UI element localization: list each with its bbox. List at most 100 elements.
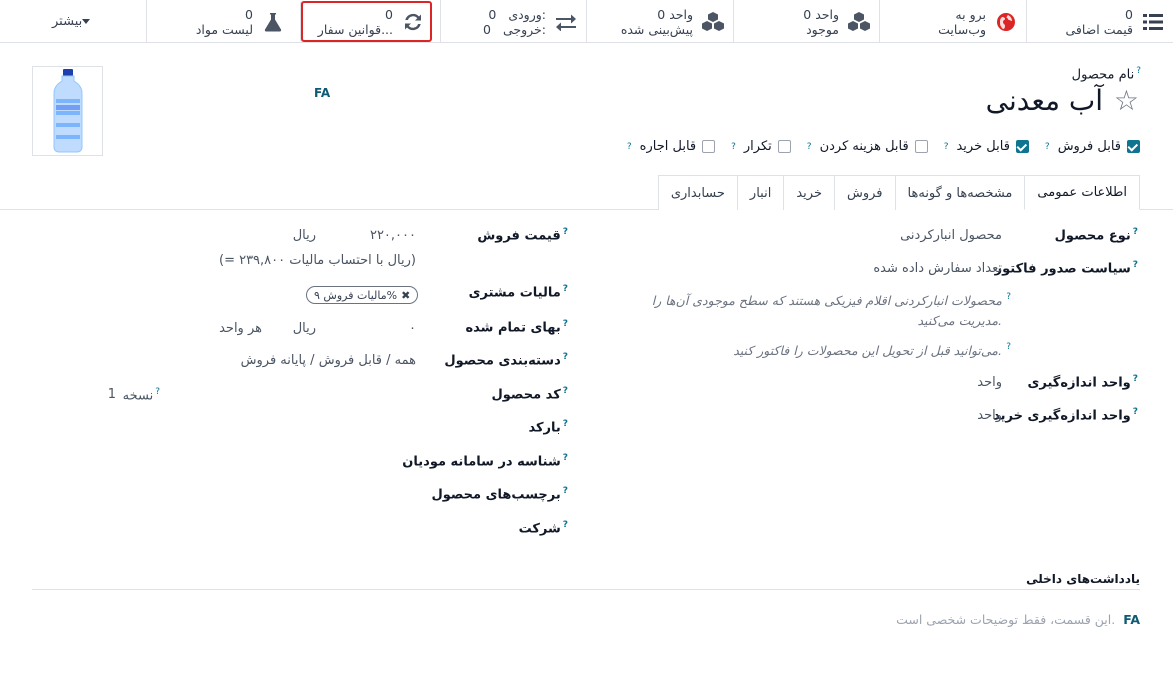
reorder-label: قوانین سفار... — [317, 21, 393, 37]
more-label: بیشتر — [52, 14, 83, 29]
in-label: ورودی: — [508, 6, 546, 22]
checkbox-checked[interactable] — [1127, 140, 1140, 153]
bom-smart-button[interactable]: 0 لیست مواد — [146, 0, 293, 43]
extra-price-smart-button[interactable]: 0 قیمت اضافی — [1026, 0, 1173, 43]
help-tooltip-icon[interactable]: ? — [563, 319, 568, 329]
help-tooltip-icon[interactable]: ? — [944, 142, 949, 152]
can-be-sold-checkbox[interactable]: قابل فروش? — [1043, 139, 1140, 154]
product-type-select[interactable]: محصول انبارکردنی — [900, 228, 1002, 243]
tab-inventory[interactable]: انبار — [736, 175, 785, 210]
help-tooltip-icon[interactable]: ? — [627, 142, 632, 152]
company-label: شرکت? — [518, 520, 568, 537]
language-indicator[interactable]: FA — [1123, 612, 1140, 627]
forecasted-qty: 0 واحد — [657, 6, 693, 22]
help-tooltip-icon[interactable]: ? — [563, 453, 568, 463]
remove-tag-icon[interactable]: ✖ — [401, 289, 410, 302]
tab-sales[interactable]: فروش — [833, 175, 896, 210]
tab-attributes-variants[interactable]: مشخصه‌ها و گونه‌ها — [894, 175, 1026, 210]
extra-price-count: 0 — [1125, 6, 1133, 22]
on-hand-smart-button[interactable]: 0 واحد موجود — [733, 0, 879, 43]
out-value: 0 — [483, 21, 491, 37]
help-tooltip-icon[interactable]: ? — [731, 142, 736, 152]
internal-notes-title: یادداشت‌های داخلی — [1026, 572, 1140, 586]
help-tooltip-icon[interactable]: ? — [155, 387, 160, 397]
flask-icon — [261, 10, 285, 34]
recurring-checkbox[interactable]: تکرار? — [729, 139, 791, 154]
help-tooltip-icon[interactable]: ? — [563, 486, 568, 496]
purchase-uom-select[interactable]: واحد — [977, 408, 1002, 423]
tab-purchase[interactable]: خرید — [783, 175, 835, 210]
help-tooltip-icon[interactable]: ? — [1133, 407, 1138, 417]
tax-tag: مالیات فروش ۹% ✖ — [306, 286, 419, 304]
customer-taxes-label: مالیات مشتری? — [468, 284, 568, 301]
in-value: 0 — [488, 6, 497, 22]
help-tooltip-icon[interactable]: ? — [563, 520, 568, 530]
reorder-count: 0 — [385, 6, 393, 22]
internal-notes-divider — [32, 589, 1140, 590]
help-tooltip-icon[interactable]: ? — [1006, 342, 1011, 352]
cost-currency: ریال — [292, 321, 316, 336]
internal-reference-label: کد محصول? — [491, 386, 569, 403]
can-be-purchased-checkbox[interactable]: قابل خرید? — [942, 139, 1029, 154]
language-indicator[interactable]: FA — [314, 86, 330, 100]
checkbox-unchecked[interactable] — [914, 140, 928, 153]
on-hand-label: موجود — [806, 21, 839, 37]
sales-price-label: قیمت فروش? — [477, 227, 568, 244]
product-type-hint: محصولات انبارکردنی اقلام فیزیکی هستند که… — [651, 293, 1002, 328]
help-tooltip-icon[interactable]: ? — [563, 352, 568, 362]
product-type-label: نوع محصول? — [1054, 227, 1138, 244]
help-tooltip-icon[interactable]: ? — [1045, 142, 1050, 152]
price-incl-tax: (= ۲۳۹,۸۰۰ ریال با احتساب مالیات) — [219, 253, 416, 268]
cost-input[interactable]: ۰ — [409, 321, 416, 336]
checkbox-unchecked[interactable] — [777, 140, 791, 153]
invoice-policy-label: سیاست صدور فاکتور? — [994, 260, 1138, 277]
help-tooltip-icon[interactable]: ? — [1136, 66, 1141, 76]
bom-count: 0 — [245, 6, 253, 22]
product-category-select[interactable]: همه / قابل فروش / پایانه فروش — [241, 353, 416, 368]
help-tooltip-icon[interactable]: ? — [1006, 292, 1011, 302]
can-be-rented-checkbox[interactable]: قابل اجاره? — [625, 139, 716, 154]
product-image[interactable] — [32, 66, 103, 156]
uom-select[interactable]: واحد — [977, 375, 1002, 390]
uom-label: واحد اندازه‌گیری? — [1027, 374, 1138, 391]
checkbox-checked[interactable] — [1015, 140, 1029, 153]
cubes-icon — [701, 10, 725, 34]
help-tooltip-icon[interactable]: ? — [563, 386, 568, 396]
checkbox-unchecked[interactable] — [702, 140, 716, 153]
help-tooltip-icon[interactable]: ? — [563, 419, 568, 429]
version-label: نسخه? — [122, 387, 160, 404]
extra-price-label: قیمت اضافی — [1065, 21, 1133, 37]
product-name-input[interactable]: آب معدنی — [986, 84, 1103, 117]
internal-notes-editor[interactable]: این قسمت، فقط توضیحات شخصی است. FA — [896, 612, 1140, 627]
in-out-smart-button[interactable]: ورودی: 0 خروجی: 0 — [440, 0, 586, 43]
tab-accounting[interactable]: حسابداری — [657, 175, 738, 210]
website-line1: برو به — [955, 6, 986, 22]
can-be-expensed-checkbox[interactable]: قابل هزینه کردن? — [805, 139, 928, 154]
help-tooltip-icon[interactable]: ? — [563, 227, 568, 237]
sales-price-currency: ریال — [292, 228, 316, 243]
refresh-icon — [401, 10, 425, 34]
favorite-star-icon[interactable]: ☆ — [1114, 87, 1139, 115]
list-icon — [1141, 10, 1165, 34]
cost-per-unit: هر واحد — [219, 321, 262, 336]
tab-general-info[interactable]: اطلاعات عمومی — [1024, 175, 1140, 210]
purchase-uom-label: واحد اندازه‌گیری خرید? — [993, 407, 1138, 424]
go-to-website-smart-button[interactable]: برو به وب‌سایت — [879, 0, 1026, 43]
reorder-rules-smart-button[interactable]: 0 قوانین سفار... — [300, 0, 433, 43]
help-tooltip-icon[interactable]: ? — [807, 142, 812, 152]
more-button[interactable]: بیشتر — [0, 0, 146, 43]
sales-price-input[interactable]: ۲۲۰,۰۰۰ — [370, 228, 416, 243]
forecasted-smart-button[interactable]: 0 واحد پیش‌بینی شده — [586, 0, 733, 43]
out-label: خروجی: — [502, 21, 546, 37]
smart-button-bar: بیشتر 0 لیست مواد 0 قوانین سفار... ورودی… — [0, 0, 1173, 43]
notes-placeholder: این قسمت، فقط توضیحات شخصی است. — [896, 612, 1116, 627]
forecasted-label: پیش‌بینی شده — [620, 21, 693, 37]
cost-label: بهای تمام شده? — [465, 319, 568, 336]
invoice-policy-select[interactable]: تعداد سفارش داده شده — [873, 261, 1002, 276]
barcode-label: بارکد? — [528, 419, 568, 436]
help-tooltip-icon[interactable]: ? — [1133, 227, 1138, 237]
version-value[interactable]: 1 — [108, 387, 116, 402]
help-tooltip-icon[interactable]: ? — [563, 284, 568, 294]
help-tooltip-icon[interactable]: ? — [1133, 374, 1138, 384]
help-tooltip-icon[interactable]: ? — [1133, 260, 1138, 270]
